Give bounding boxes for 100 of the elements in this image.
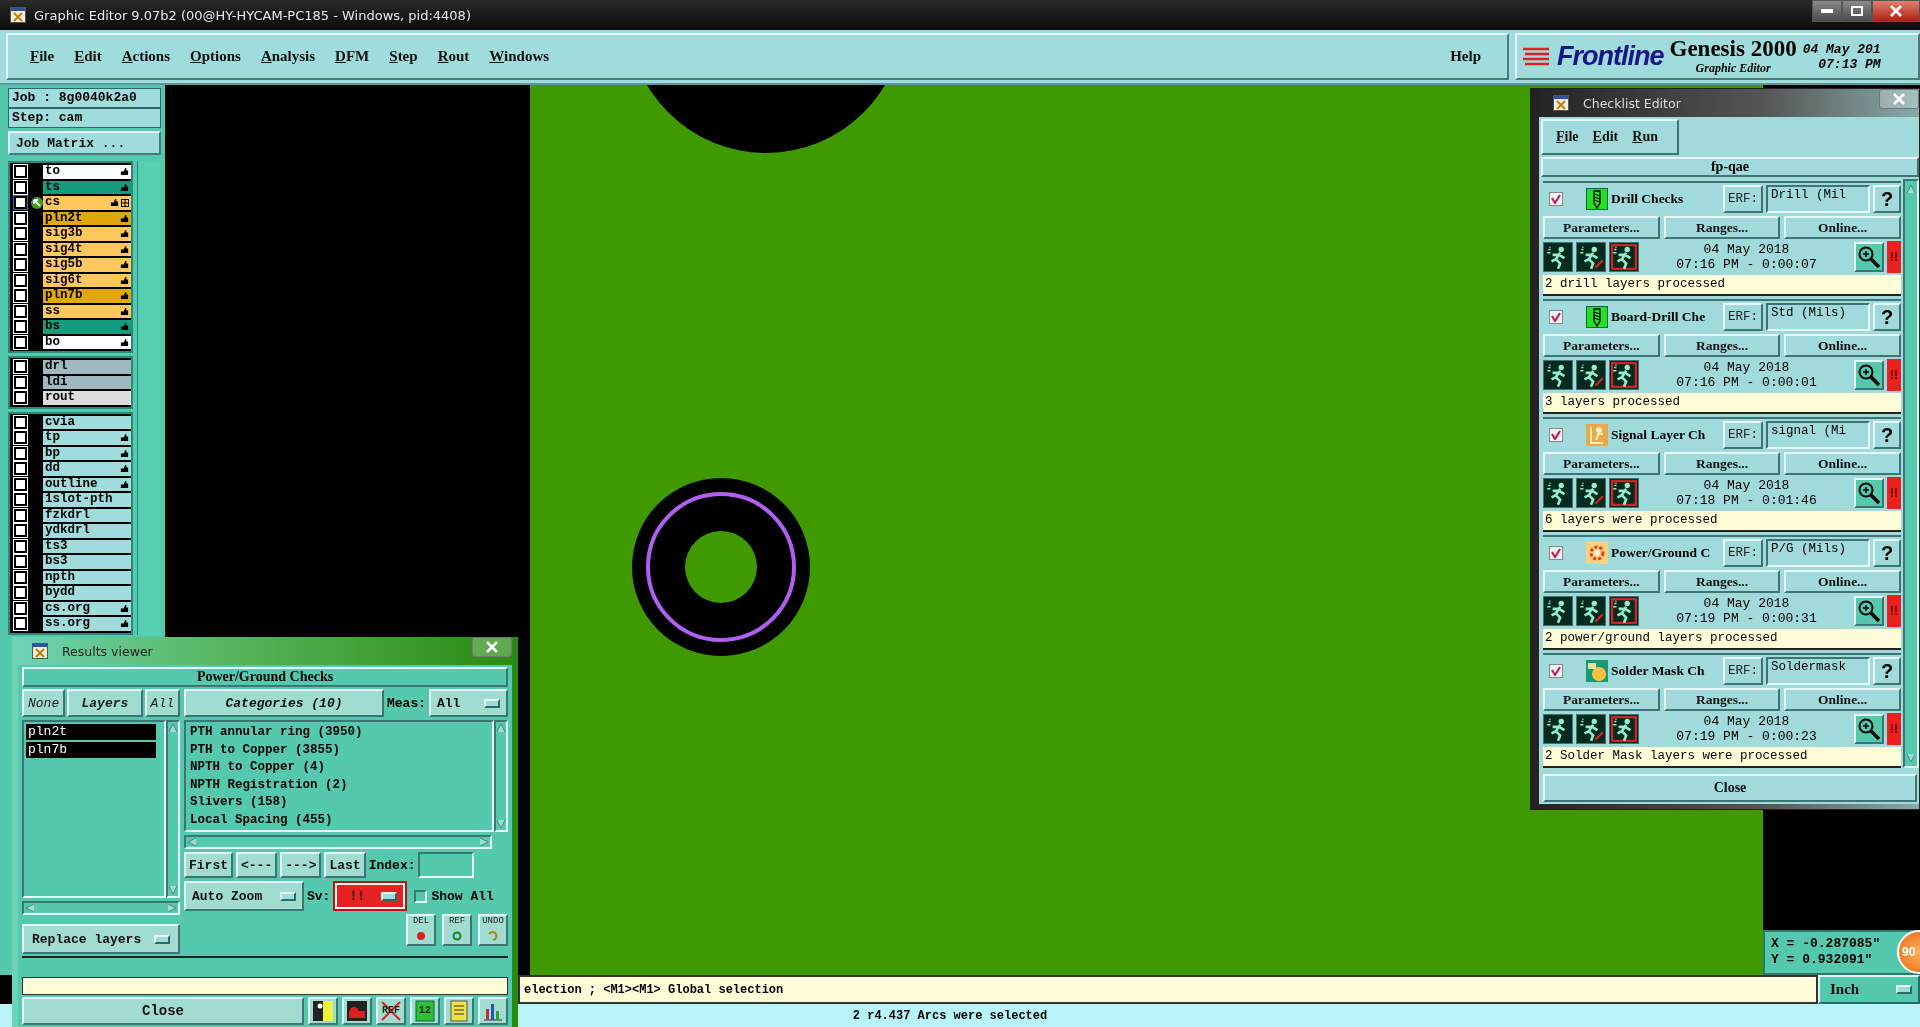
runner-icon[interactable] bbox=[1543, 360, 1573, 390]
job-matrix-button[interactable]: Job Matrix ... bbox=[8, 131, 161, 155]
menu-item[interactable]: Analysis bbox=[252, 44, 324, 69]
checkbox[interactable] bbox=[14, 289, 27, 303]
tool-button[interactable]: DEL bbox=[406, 914, 436, 947]
layer-item[interactable]: fzkdrl bbox=[43, 508, 131, 522]
zoom-button[interactable] bbox=[1854, 714, 1884, 744]
layer-item[interactable]: 1slot-pth bbox=[43, 493, 131, 507]
checkbox[interactable] bbox=[14, 446, 27, 460]
erf-field[interactable]: signal (Mi bbox=[1766, 421, 1870, 449]
number-button[interactable]: 12 bbox=[410, 997, 440, 1025]
layer-item[interactable]: cs.org bbox=[43, 601, 131, 615]
checkbox[interactable] bbox=[14, 570, 27, 584]
erf-button[interactable]: ERF: bbox=[1723, 421, 1763, 449]
runner-icon[interactable] bbox=[1576, 596, 1606, 626]
nav-button[interactable]: First bbox=[184, 852, 233, 879]
checkbox[interactable] bbox=[14, 227, 27, 241]
checkbox[interactable] bbox=[14, 539, 27, 553]
layer-item[interactable]: ts3 bbox=[43, 539, 131, 553]
menu-item[interactable]: Edit bbox=[1585, 125, 1626, 149]
checkbox[interactable] bbox=[14, 477, 27, 491]
zoom-button[interactable] bbox=[1854, 596, 1884, 626]
layer-item[interactable]: sig3b bbox=[43, 227, 131, 241]
checkbox[interactable] bbox=[14, 242, 27, 256]
category-item[interactable]: PTH annular ring (3950) bbox=[190, 724, 488, 742]
erf-field[interactable]: Std (Mils) bbox=[1766, 303, 1870, 331]
layer-item[interactable]: to bbox=[43, 165, 131, 179]
action-button[interactable]: Parameters... bbox=[1543, 334, 1660, 357]
action-button[interactable]: Parameters... bbox=[1543, 688, 1660, 711]
layer-item[interactable]: cvia bbox=[43, 415, 131, 429]
layer-item[interactable]: ydkdrl bbox=[43, 524, 131, 538]
layer-item[interactable]: pln7b bbox=[26, 742, 156, 759]
checkbox[interactable] bbox=[14, 304, 27, 318]
layer-item[interactable]: pln2t bbox=[43, 211, 131, 225]
checkbox[interactable] bbox=[14, 586, 27, 600]
bar-chart-button[interactable] bbox=[478, 997, 508, 1025]
layer-item[interactable]: bs bbox=[43, 320, 131, 334]
runner-icon[interactable] bbox=[1576, 714, 1606, 744]
runner-icon[interactable] bbox=[1576, 360, 1606, 390]
checkbox[interactable] bbox=[14, 375, 27, 389]
checkbox[interactable] bbox=[14, 617, 27, 631]
nav-button[interactable]: ---> bbox=[280, 852, 322, 879]
menu-item[interactable]: Step bbox=[381, 44, 426, 69]
action-button[interactable]: Parameters... bbox=[1543, 452, 1660, 475]
checkbox[interactable] bbox=[14, 391, 27, 405]
checkbox[interactable] bbox=[14, 462, 27, 476]
zoom-button[interactable] bbox=[1854, 478, 1884, 508]
help-button[interactable]: ? bbox=[1873, 657, 1901, 685]
checkbox[interactable] bbox=[14, 555, 27, 569]
index-field[interactable] bbox=[418, 852, 475, 879]
help-button[interactable]: ? bbox=[1873, 185, 1901, 213]
help-button[interactable]: ? bbox=[1873, 303, 1901, 331]
checkbox[interactable] bbox=[1549, 546, 1563, 560]
layer-item[interactable]: ts bbox=[43, 180, 131, 194]
action-button[interactable]: Online... bbox=[1784, 216, 1901, 239]
menu-item[interactable]: Edit bbox=[66, 44, 110, 69]
erf-button[interactable]: ERF: bbox=[1723, 303, 1763, 331]
action-button[interactable]: Parameters... bbox=[1543, 570, 1660, 593]
close-button[interactable] bbox=[1879, 89, 1919, 109]
erf-button[interactable]: ERF: bbox=[1723, 539, 1763, 567]
menu-item[interactable]: Options bbox=[182, 44, 249, 69]
layer-item[interactable]: bs3 bbox=[43, 555, 131, 569]
runner-icon[interactable] bbox=[1609, 596, 1639, 626]
close-button[interactable]: Close bbox=[1543, 774, 1917, 802]
runner-icon[interactable] bbox=[1543, 714, 1573, 744]
checkbox[interactable] bbox=[1549, 428, 1563, 442]
layer-item[interactable]: ldi bbox=[43, 375, 131, 389]
layer-item[interactable]: outline bbox=[43, 477, 131, 491]
checkbox[interactable] bbox=[14, 601, 27, 615]
runner-icon[interactable] bbox=[1543, 596, 1573, 626]
layer-item[interactable]: rout bbox=[43, 391, 131, 405]
layer-item[interactable]: ss bbox=[43, 304, 131, 318]
tool-button[interactable]: UNDO bbox=[478, 914, 508, 947]
close-button[interactable]: Close bbox=[22, 997, 304, 1025]
checkbox[interactable] bbox=[14, 335, 27, 349]
checkbox[interactable] bbox=[1549, 664, 1563, 678]
replace-dropdown[interactable]: Replace layers bbox=[22, 924, 180, 955]
checkbox[interactable] bbox=[14, 273, 27, 287]
record-button[interactable] bbox=[342, 997, 372, 1025]
checkbox[interactable] bbox=[14, 493, 27, 507]
action-button[interactable]: Online... bbox=[1784, 334, 1901, 357]
filter-button[interactable]: None bbox=[22, 689, 66, 718]
menu-item[interactable]: Help bbox=[1442, 44, 1489, 69]
checkbox[interactable] bbox=[14, 258, 27, 272]
notes-button[interactable] bbox=[444, 997, 474, 1025]
erf-field[interactable]: P/G (Mils) bbox=[1766, 539, 1870, 567]
layer-item[interactable]: bydd bbox=[43, 586, 131, 600]
checkbox[interactable] bbox=[14, 320, 27, 334]
checkbox[interactable] bbox=[14, 415, 27, 429]
severity-dropdown[interactable]: !! bbox=[335, 883, 406, 910]
category-item[interactable]: PTH to Copper (3855) bbox=[190, 741, 488, 760]
layer-item[interactable]: bp bbox=[43, 446, 131, 460]
categories-button[interactable]: Categories (10) bbox=[184, 689, 384, 718]
action-button[interactable]: Ranges... bbox=[1663, 452, 1781, 475]
checkbox[interactable] bbox=[1549, 192, 1563, 206]
runner-icon[interactable] bbox=[1543, 242, 1573, 272]
layer-item[interactable]: npth bbox=[43, 570, 131, 584]
layer-item[interactable]: bo bbox=[43, 335, 131, 349]
layer-item[interactable]: pln7b bbox=[43, 289, 131, 303]
nav-button[interactable]: Last bbox=[324, 852, 366, 879]
